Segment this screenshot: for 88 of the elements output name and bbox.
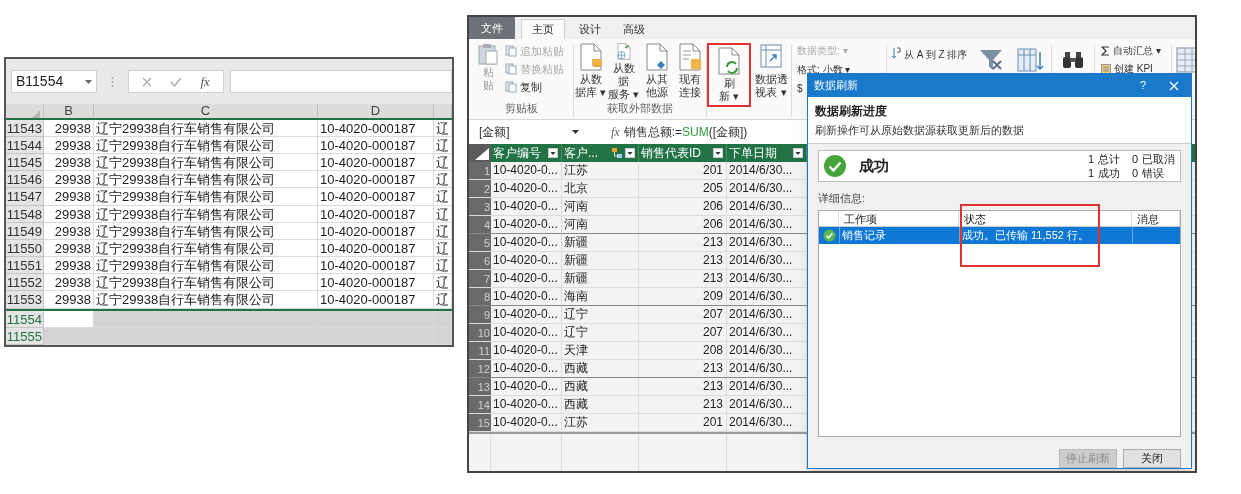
table-cell: 213	[639, 360, 727, 377]
table-cell: 河南	[562, 198, 639, 215]
table-cell: 10-4020-0...	[491, 360, 562, 377]
table-cell: 辽	[434, 257, 452, 275]
group-label: 剪贴板	[503, 101, 539, 115]
table-cell: 213	[639, 252, 727, 269]
table-cell: 辽宁	[562, 324, 639, 341]
table-cell: 10-4020-0...	[491, 216, 562, 233]
stat-label: 成功	[1098, 166, 1121, 180]
table-cell: 江苏	[562, 414, 639, 431]
table-cell: 新疆	[562, 252, 639, 269]
table-cell: 北京	[562, 180, 639, 197]
table-cell: 辽宁	[562, 306, 639, 323]
table-cell: 10-4020-000187	[318, 291, 434, 309]
table-cell: 10-4020-0...	[491, 288, 562, 305]
table-cell: 209	[639, 288, 727, 305]
table-cell: 江苏	[562, 162, 639, 179]
table-cell: 10-4020-0...	[491, 162, 562, 179]
table-cell: 10-4020-0...	[491, 198, 562, 215]
table-cell: 辽宁29938自行车销售有限公司	[94, 274, 318, 292]
table-cell: 208	[639, 342, 727, 359]
table-cell: 10-4020-0...	[491, 270, 562, 287]
table-cell: 29938	[44, 188, 94, 206]
table-cell: 201	[639, 162, 727, 179]
table-cell: 10-4020-0...	[491, 234, 562, 251]
formula-text: 销售总额:=SUM([金额])	[623, 124, 748, 141]
stat-label: 已取消	[1142, 152, 1176, 166]
table-cell: 207	[639, 324, 727, 341]
table-cell: 10-4020-0...	[491, 306, 562, 323]
table-cell: 10-4020-0...	[491, 324, 562, 341]
table-cell: 河南	[562, 216, 639, 233]
table-cell: 辽	[434, 119, 452, 137]
table-cell: 10-4020-000187	[318, 171, 434, 189]
table-cell: 10-4020-000187	[318, 274, 434, 292]
stat-label: 总计	[1098, 152, 1121, 166]
table-cell: 207	[639, 306, 727, 323]
table-cell: 新疆	[562, 234, 639, 251]
table-cell: 辽宁29938自行车销售有限公司	[94, 188, 318, 206]
list-cell: 成功。已传输 11,552 行。	[959, 226, 1132, 244]
table-cell: 辽宁29938自行车销售有限公司	[94, 257, 318, 275]
table-cell: 辽	[434, 188, 452, 206]
table-cell: 201	[639, 414, 727, 431]
dialog-heading: 数据刷新进度	[815, 103, 888, 120]
function-label: fx	[611, 124, 620, 141]
table-cell: 辽	[434, 171, 452, 189]
table-cell: 10-4020-0...	[491, 378, 562, 395]
table-cell: 10-4020-000187	[318, 257, 434, 275]
table-cell: 10-4020-0...	[491, 342, 562, 359]
table-cell: 辽	[434, 291, 452, 309]
dialog-title: 数据刷新	[814, 78, 859, 94]
table-cell: 29938	[44, 274, 94, 292]
table-cell: 10-4020-0...	[491, 180, 562, 197]
table-cell: 辽	[434, 274, 452, 292]
table-cell: 29938	[44, 291, 94, 309]
details-label: 详细信息:	[818, 191, 867, 206]
group-label: 获取外部数据	[606, 101, 674, 115]
table-cell: 辽宁29938自行车销售有限公司	[94, 119, 318, 137]
table-cell: 辽宁29938自行车销售有限公司	[94, 291, 318, 309]
table-cell: 29938	[44, 119, 94, 137]
table-cell: 205	[639, 180, 727, 197]
table-cell: 206	[639, 198, 727, 215]
table-cell: 213	[639, 270, 727, 287]
table-cell: 213	[639, 234, 727, 251]
table-cell: 10-4020-000187	[318, 119, 434, 137]
table-cell: 213	[639, 396, 727, 413]
table-cell: 辽宁29938自行车销售有限公司	[94, 171, 318, 189]
stat-count: 1	[1086, 152, 1094, 166]
stat-count: 0	[1130, 166, 1138, 180]
table-cell: 10-4020-0...	[491, 396, 562, 413]
result-text: 成功	[859, 155, 890, 176]
table-cell: 天津	[562, 342, 639, 359]
table-cell: 新疆	[562, 270, 639, 287]
table-cell: 29938	[44, 171, 94, 189]
table-cell: 206	[639, 216, 727, 233]
table-cell: 海南	[562, 288, 639, 305]
table-cell: 213	[639, 378, 727, 395]
table-cell: 10-4020-0...	[491, 414, 562, 431]
stat-count: 1	[1086, 166, 1094, 180]
table-cell: 10-4020-000187	[318, 188, 434, 206]
table-cell: 西藏	[562, 378, 639, 395]
table-cell: 29938	[44, 257, 94, 275]
table-cell: 西藏	[562, 396, 639, 413]
dialog-description: 刷新操作可从原始数据源获取更新后的数据	[815, 123, 1025, 138]
table-cell: 西藏	[562, 360, 639, 377]
table-cell: 10-4020-0...	[491, 252, 562, 269]
list-cell: 销售记录	[839, 226, 959, 244]
stat-label: 错误	[1142, 166, 1165, 180]
stat-count: 0	[1130, 152, 1138, 166]
